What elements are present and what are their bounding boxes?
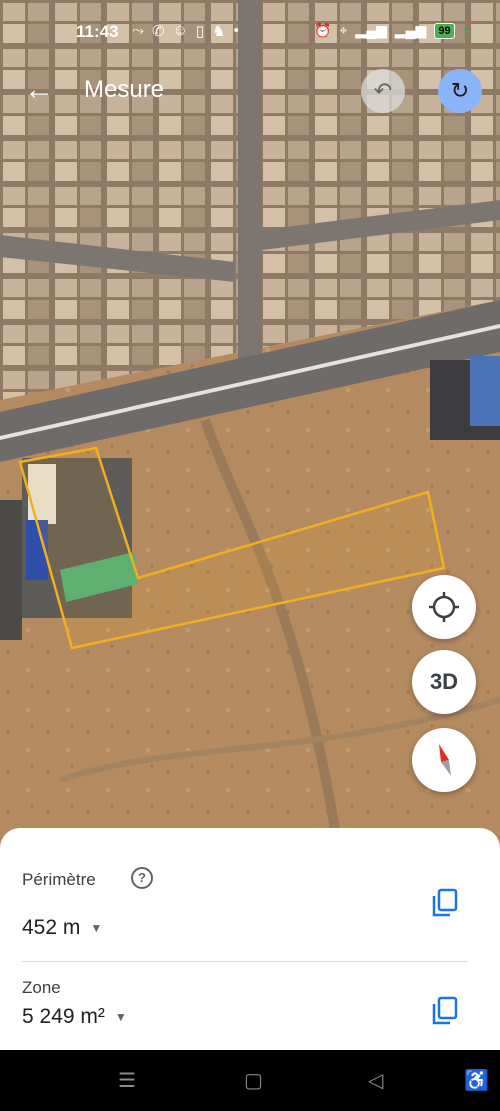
map-imagery [0,0,500,860]
page-title: Mesure [84,76,165,103]
area-value-row[interactable]: 5 249 m² ▼ [22,1005,127,1029]
system-icons: ⏰ ⌖ ▂▄▆ ▂▄▆ 99 ϟ [314,22,470,39]
chat-icon: ☺ [172,22,188,39]
redo-button[interactable]: ↻ [438,69,482,113]
copy-icon [432,996,458,1025]
app-header: ← Mesure ↶ ↻ [0,64,500,118]
arrow-left-icon: ← [24,73,54,106]
dropdown-caret-icon: ▼ [114,1010,127,1025]
alarm-icon: ⏰ [314,22,332,38]
satellite-map[interactable] [0,0,500,860]
perimeter-value: 452 m [22,916,81,939]
recents-button[interactable]: ☰ [118,1068,136,1093]
dot-icon: • [233,22,239,39]
missed-call-icon: ⤳ [132,22,145,39]
whatsapp-icon: ✆ [152,23,165,40]
copy-perimeter-button[interactable] [428,886,462,920]
my-location-button[interactable] [412,575,476,639]
area-label: Zone [22,978,61,997]
accessibility-button[interactable]: ♿ [464,1068,489,1093]
perimeter-value-row[interactable]: 452 m ▼ [22,916,102,940]
area-value: 5 249 m² [22,1005,105,1028]
notification-icons: ⤳ ✆ ☺ ▯ ♞ • [132,22,239,40]
status-bar: 11:43 ⤳ ✆ ☺ ▯ ♞ • ⏰ ⌖ ▂▄▆ ▂▄▆ 99 ϟ [0,0,500,64]
system-nav-bar: ☰ ▢ ◁ ♿ [0,1050,500,1111]
signal-icon: ▂▄▆ [394,22,427,38]
copy-area-button[interactable] [428,994,462,1028]
home-button[interactable]: ▢ [244,1068,263,1093]
measurement-sheet: Périmètre ? 452 m ▼ Zone 5 249 m² ▼ [0,828,500,1050]
perimeter-label: Périmètre [22,870,96,889]
status-time: 11:43 [76,22,119,41]
signal-icon: ▂▄▆ [355,22,387,38]
undo-button[interactable]: ↶ [361,69,405,113]
phone-icon: ▯ [195,23,205,40]
undo-icon: ↶ [373,78,393,103]
help-icon[interactable]: ? [131,867,153,889]
copy-icon [432,888,458,917]
battery-indicator: 99 [434,22,455,39]
compass-button[interactable] [412,728,476,792]
my-location-icon [429,592,459,622]
divider [22,961,468,962]
location-icon: ⌖ [339,22,348,38]
back-nav-button[interactable]: ◁ [368,1068,383,1093]
compass-icon [439,744,451,776]
snapchat-icon: ♞ [212,23,226,40]
back-button[interactable]: ← [22,73,56,106]
redo-icon: ↻ [450,78,470,103]
charging-icon: ϟ [462,22,470,39]
view-3d-button[interactable]: 3D [412,650,476,714]
dropdown-caret-icon: ▼ [90,921,103,936]
